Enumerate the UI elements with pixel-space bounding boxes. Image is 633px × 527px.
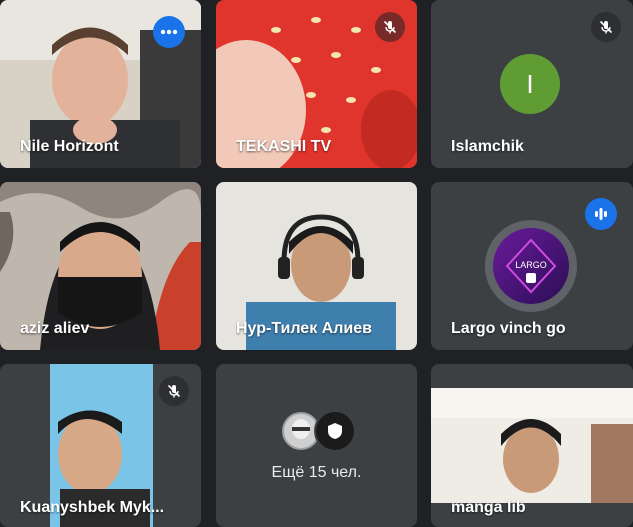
more-options-icon bbox=[160, 29, 178, 35]
avatar-image bbox=[284, 414, 318, 448]
participant-tile-manga-lib[interactable]: manga lib bbox=[431, 364, 633, 527]
mic-muted-indicator bbox=[375, 12, 405, 42]
avatar: I bbox=[500, 54, 560, 114]
avatar-image: LARGO bbox=[493, 228, 569, 304]
avatar bbox=[314, 410, 356, 452]
participant-tile-aziz-aliev[interactable]: aziz aliev bbox=[0, 182, 201, 350]
participant-tile-islamchik[interactable]: I Islamchik bbox=[431, 0, 633, 168]
avatar-letter: I bbox=[526, 68, 534, 99]
audio-wave-icon bbox=[595, 208, 607, 220]
more-participants-tile[interactable]: Ещё 15 чел. bbox=[216, 364, 417, 527]
mic-off-icon bbox=[599, 20, 613, 34]
participant-name: Nile Horizont bbox=[20, 138, 119, 155]
participant-name: Largo vinch go bbox=[451, 320, 566, 337]
participant-name: manga lib bbox=[451, 499, 526, 516]
avatar: LARGO bbox=[485, 220, 577, 312]
participant-name: Islamchik bbox=[451, 138, 524, 155]
participant-tile-nile-horizont[interactable]: Nile Horizont bbox=[0, 0, 201, 168]
mic-muted-indicator bbox=[591, 12, 621, 42]
mic-off-icon bbox=[383, 20, 397, 34]
mic-off-icon bbox=[167, 384, 181, 398]
shield-icon bbox=[328, 423, 342, 439]
avatar-text: LARGO bbox=[515, 260, 547, 270]
participant-name: Kuanyshbek Myk... bbox=[20, 499, 165, 516]
participant-tile-nur-tilek-aliev[interactable]: Нур-Тилек Алиев bbox=[216, 182, 417, 350]
more-participants-label: Ещё 15 чел. bbox=[271, 464, 362, 481]
participant-name: aziz aliev bbox=[20, 320, 90, 337]
speaking-indicator bbox=[585, 198, 617, 230]
participant-tile-largo-vinch-go[interactable]: LARGO Largo vinch go bbox=[431, 182, 633, 350]
participant-tile-kuanyshbek[interactable]: Kuanyshbek Myk... bbox=[0, 364, 201, 527]
participant-tile-tekashi-tv[interactable]: TEKASHI TV bbox=[216, 0, 417, 168]
mic-muted-indicator bbox=[159, 376, 189, 406]
more-options-button[interactable] bbox=[153, 16, 185, 48]
participant-name: TEKASHI TV bbox=[236, 138, 332, 155]
participant-name: Нур-Тилек Алиев bbox=[236, 320, 372, 337]
